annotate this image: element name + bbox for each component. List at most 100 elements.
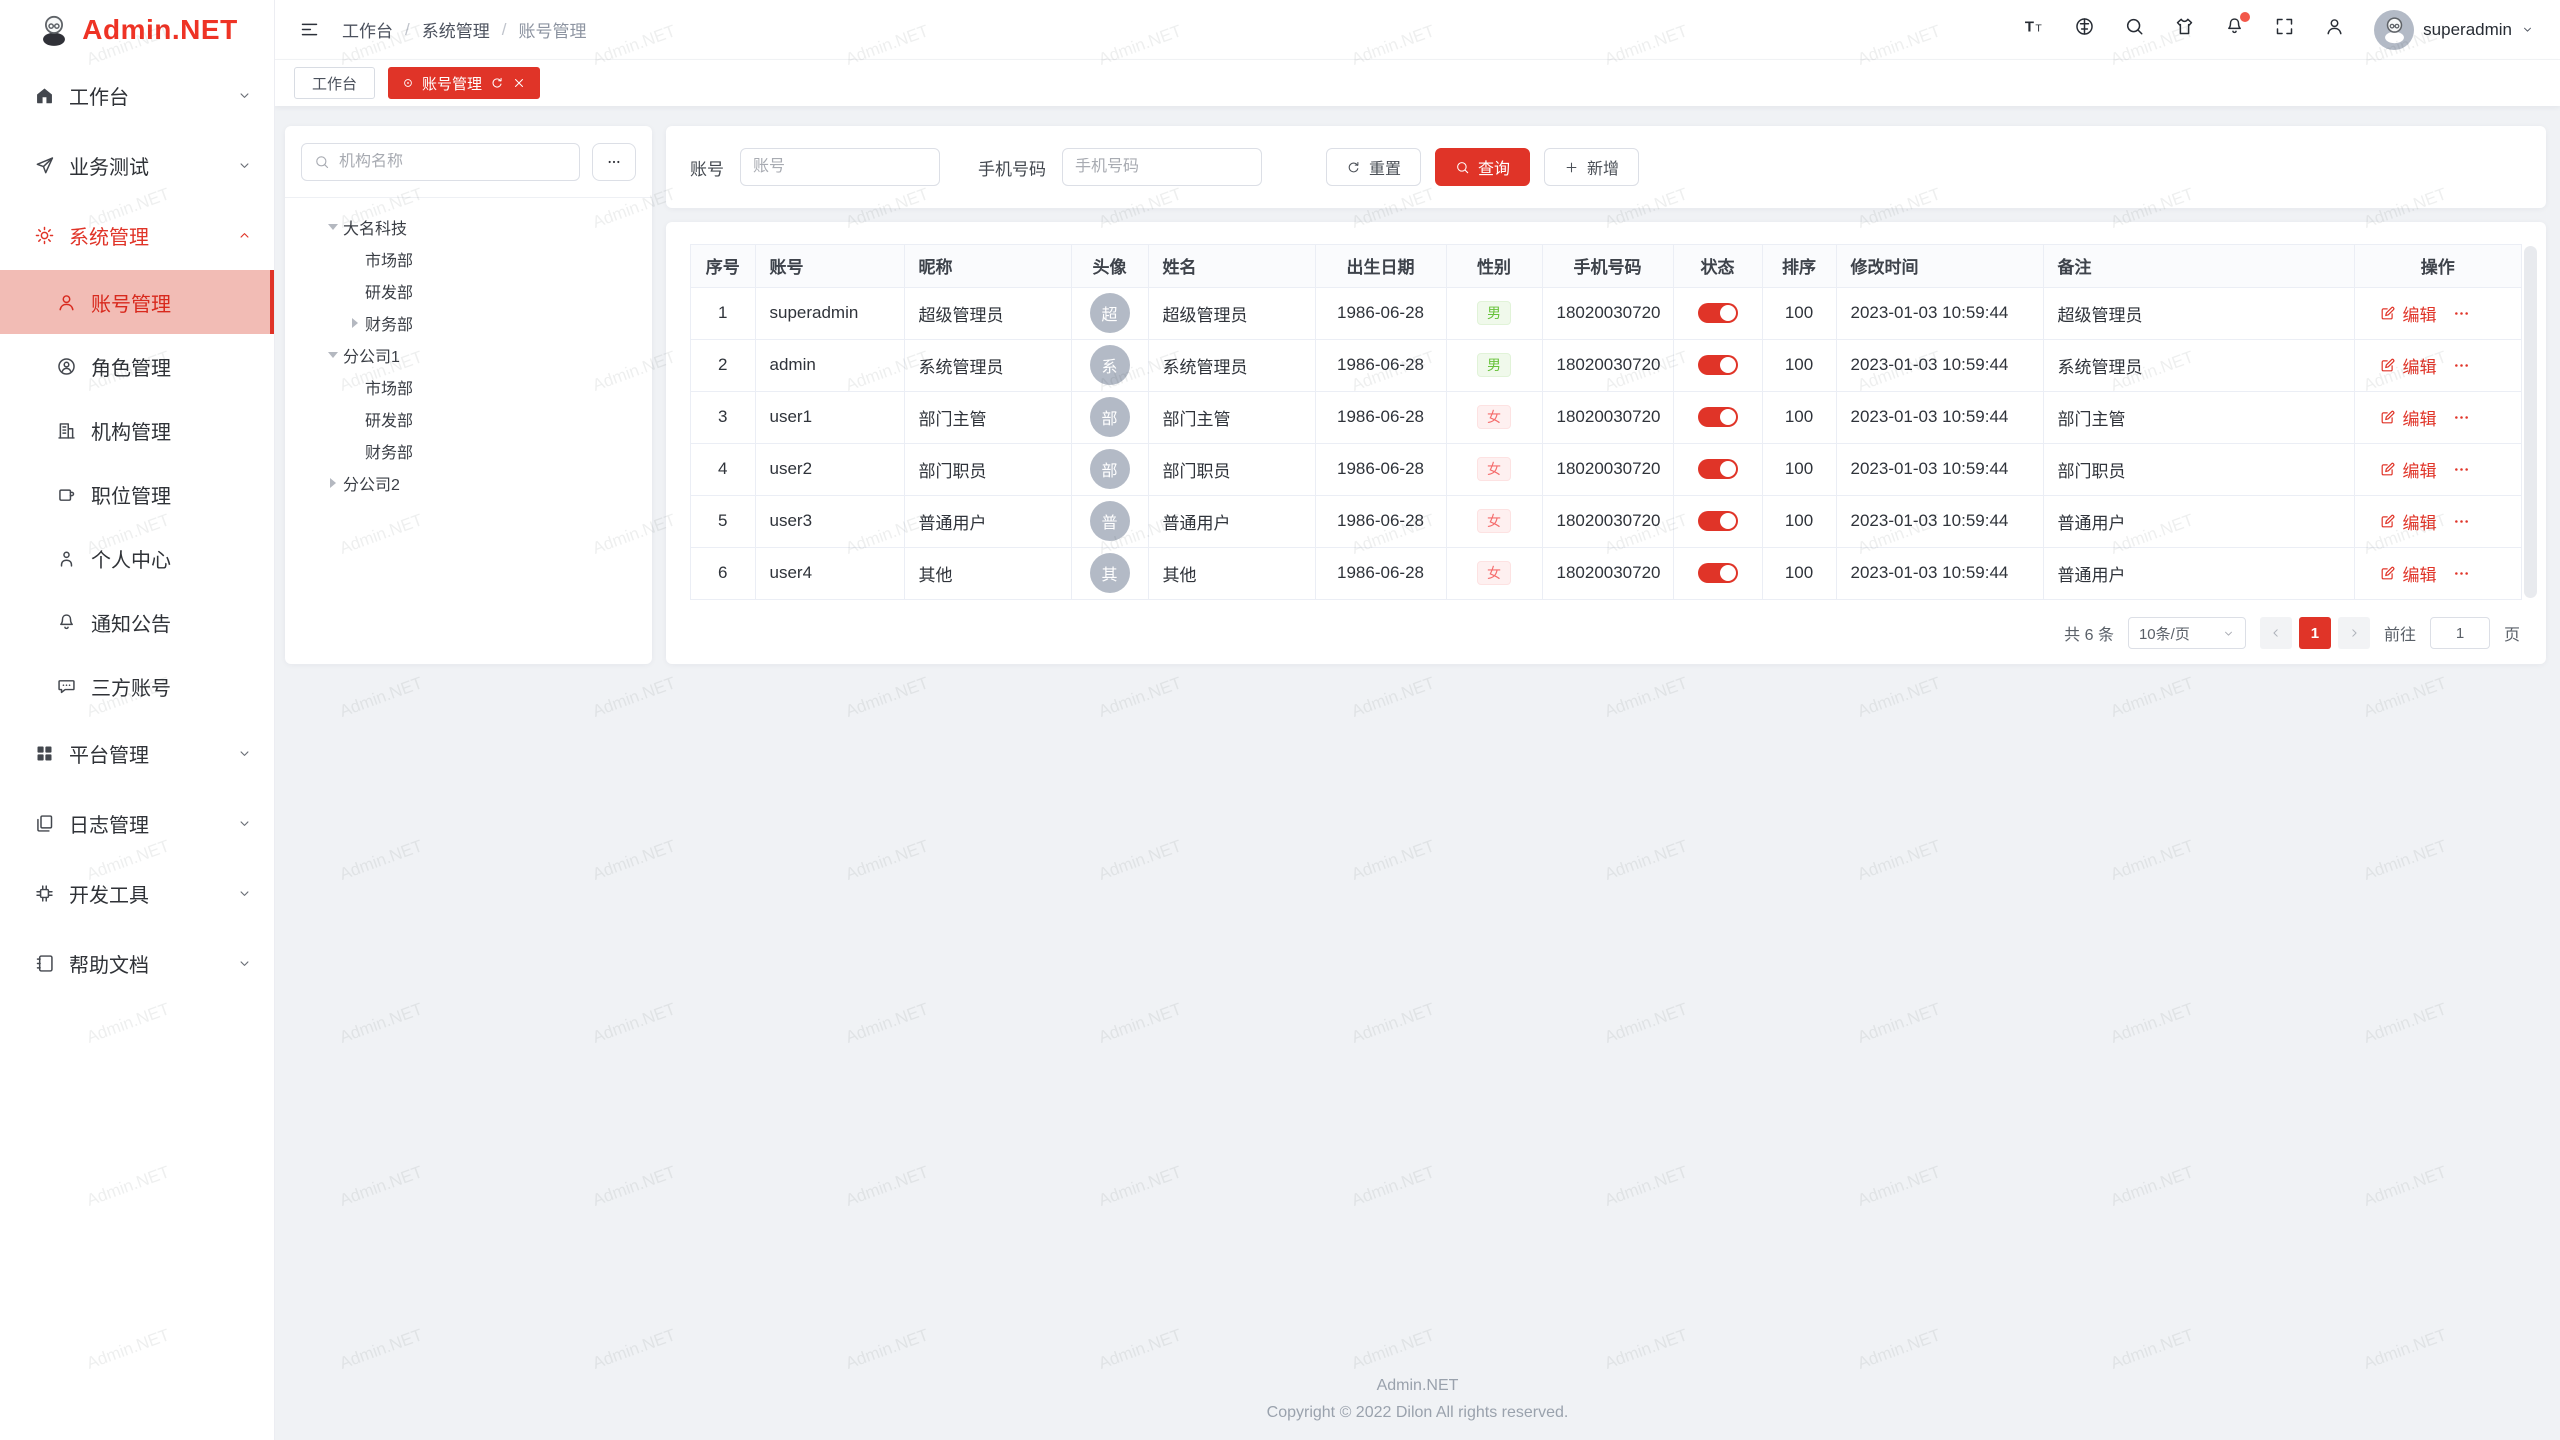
notification-bell-icon[interactable] [2224, 16, 2245, 43]
sidebar-item-position-management[interactable]: 职位管理 [0, 462, 274, 526]
tree-node[interactable]: 大名科技 [301, 211, 636, 243]
tree-node[interactable]: 财务部 [301, 435, 636, 467]
status-switch[interactable] [1698, 355, 1738, 375]
cell-remark: 部门主管 [2043, 391, 2354, 443]
topbar-actions: TT [2024, 16, 2345, 43]
tree-node[interactable]: 市场部 [301, 371, 636, 403]
logo[interactable]: Admin.NET [0, 0, 274, 60]
phone-field[interactable] [1075, 158, 1249, 176]
status-switch[interactable] [1698, 511, 1738, 531]
caret-expanded-icon[interactable] [328, 352, 338, 358]
edit-button[interactable]: 编辑 [2379, 405, 2437, 430]
svg-text:T: T [2025, 19, 2034, 35]
caret-expanded-icon[interactable] [328, 224, 338, 230]
reset-button[interactable]: 重置 [1326, 148, 1421, 186]
cell-birth: 1986-06-28 [1315, 391, 1446, 443]
more-actions-button[interactable] [2452, 512, 2471, 531]
row-actions: 编辑 [2379, 509, 2508, 534]
cell-modified: 2023-01-03 10:59:44 [1836, 287, 2043, 339]
more-actions-button[interactable] [2452, 460, 2471, 479]
more-actions-button[interactable] [2452, 408, 2471, 427]
tree-node[interactable]: 财务部 [301, 307, 636, 339]
caret-collapsed-icon[interactable] [330, 478, 336, 488]
status-switch[interactable] [1698, 459, 1738, 479]
tab-workbench[interactable]: 工作台 [294, 67, 375, 99]
account-input[interactable] [740, 148, 940, 186]
org-tree: 大名科技市场部研发部财务部分公司1市场部研发部财务部分公司2 [301, 198, 636, 499]
phone-input[interactable] [1062, 148, 1262, 186]
next-page-button[interactable] [2338, 617, 2370, 649]
sidebar-item-org-management[interactable]: 机构管理 [0, 398, 274, 462]
tree-node[interactable]: 分公司2 [301, 467, 636, 499]
sidebar-item-personal-center[interactable]: 个人中心 [0, 526, 274, 590]
sidebar-item-workbench[interactable]: 工作台 [0, 60, 274, 130]
add-button[interactable]: 新增 [1544, 148, 1639, 186]
search-icon[interactable] [2124, 16, 2145, 43]
caret-collapsed-icon[interactable] [352, 318, 358, 328]
sidebar-item-label: 系统管理 [69, 221, 149, 250]
tree-node[interactable]: 研发部 [301, 403, 636, 435]
sidebar-item-dev-tools[interactable]: 开发工具 [0, 858, 274, 928]
cell-index: 4 [691, 443, 755, 495]
tree-node[interactable]: 市场部 [301, 243, 636, 275]
language-icon[interactable] [2074, 16, 2095, 43]
tab-account-management[interactable]: 账号管理 [388, 67, 540, 99]
page-size-select[interactable]: 10条/页 [2128, 617, 2246, 649]
edit-icon [2379, 513, 2396, 530]
sidebar-item-help-docs[interactable]: 帮助文档 [0, 928, 274, 998]
menu-fold-icon[interactable] [299, 19, 320, 40]
sidebar-item-role-management[interactable]: 角色管理 [0, 334, 274, 398]
sidebar-item-business-test[interactable]: 业务测试 [0, 130, 274, 200]
prev-page-button[interactable] [2260, 617, 2292, 649]
query-button[interactable]: 查询 [1435, 148, 1530, 186]
position-icon [56, 484, 77, 505]
sidebar-item-third-party-account[interactable]: 三方账号 [0, 654, 274, 718]
column-header-index: 序号 [691, 245, 755, 287]
font-size-icon[interactable]: TT [2024, 16, 2045, 43]
fullscreen-icon[interactable] [2274, 16, 2295, 43]
search-icon [1455, 160, 1470, 175]
status-switch[interactable] [1698, 407, 1738, 427]
more-actions-button[interactable] [2452, 564, 2471, 583]
user-menu[interactable]: superadmin [2374, 10, 2534, 50]
status-switch[interactable] [1698, 563, 1738, 583]
breadcrumb-item[interactable]: 工作台 [342, 17, 393, 42]
sidebar-item-system-management[interactable]: 系统管理 [0, 200, 274, 270]
edit-button[interactable]: 编辑 [2379, 301, 2437, 326]
current-page-button[interactable]: 1 [2299, 617, 2331, 649]
org-search-input[interactable] [301, 143, 580, 181]
user-profile-icon[interactable] [2324, 16, 2345, 43]
cell-modified: 2023-01-03 10:59:44 [1836, 443, 2043, 495]
edit-button[interactable]: 编辑 [2379, 353, 2437, 378]
sidebar-item-platform-management[interactable]: 平台管理 [0, 718, 274, 788]
edit-button[interactable]: 编辑 [2379, 561, 2437, 586]
goto-page-input[interactable] [2430, 617, 2490, 649]
edit-button[interactable]: 编辑 [2379, 509, 2437, 534]
edit-button[interactable]: 编辑 [2379, 457, 2437, 482]
sidebar-item-account-management[interactable]: 账号管理 [0, 270, 274, 334]
footer-title: Admin.NET [275, 1372, 2560, 1399]
table-scrollbar[interactable] [2524, 246, 2537, 598]
table-row: 4user2部门职员部部门职员1986-06-28女18020030720100… [691, 443, 2521, 495]
status-switch[interactable] [1698, 303, 1738, 323]
sidebar-item-log-management[interactable]: 日志管理 [0, 788, 274, 858]
row-actions: 编辑 [2379, 353, 2508, 378]
org-name-field[interactable] [339, 153, 567, 171]
more-actions-button[interactable] [2452, 304, 2471, 323]
tab-refresh-icon[interactable] [490, 76, 504, 90]
tab-close-icon[interactable] [512, 76, 526, 90]
sidebar-item-label: 通知公告 [91, 608, 171, 637]
sidebar-item-notice-announcement[interactable]: 通知公告 [0, 590, 274, 654]
column-header-avatar: 头像 [1071, 245, 1148, 287]
cell-phone: 18020030720 [1542, 339, 1673, 391]
breadcrumb-item[interactable]: 系统管理 [422, 17, 490, 42]
breadcrumb: 工作台 / 系统管理 / 账号管理 [342, 17, 586, 42]
theme-icon[interactable] [2174, 16, 2195, 43]
notification-badge [2240, 12, 2250, 22]
tree-node[interactable]: 研发部 [301, 275, 636, 307]
account-field[interactable] [753, 158, 927, 176]
more-actions-button[interactable] [2452, 356, 2471, 375]
org-more-button[interactable] [592, 143, 636, 181]
sidebar-item-label: 账号管理 [91, 288, 171, 317]
tree-node[interactable]: 分公司1 [301, 339, 636, 371]
